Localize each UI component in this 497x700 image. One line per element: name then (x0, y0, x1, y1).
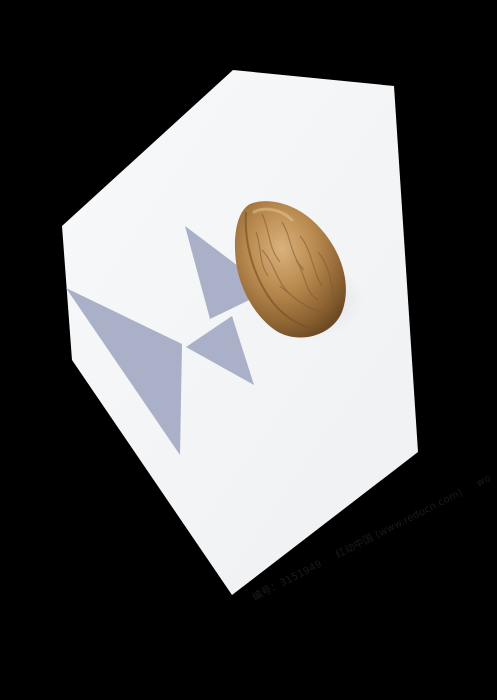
photo-canvas (0, 0, 497, 700)
